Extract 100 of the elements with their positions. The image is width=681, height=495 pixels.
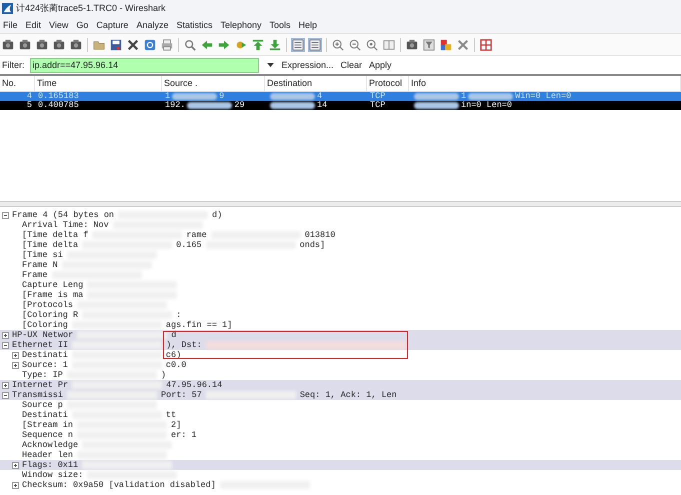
save-icon[interactable]	[110, 38, 122, 50]
expand-icon[interactable]	[2, 332, 9, 338]
expand-icon[interactable]	[2, 382, 9, 388]
table-cell: in=0 Len=0	[461, 101, 512, 110]
zoom-in-icon[interactable]	[332, 38, 344, 50]
tree-row[interactable]: Type: IP )	[0, 370, 681, 380]
filter-input[interactable]: ip.addr==47.95.96.14	[30, 58, 258, 72]
expand-icon[interactable]	[12, 462, 19, 468]
camera-icon[interactable]	[406, 38, 418, 50]
right-arrow-icon[interactable]	[218, 38, 230, 50]
filter-action-link[interactable]: Apply	[369, 60, 392, 70]
tree-field-text: [Time si	[22, 250, 63, 260]
resize-columns-icon[interactable]	[383, 38, 395, 50]
help-icon[interactable]	[480, 38, 492, 50]
column-header[interactable]: Destination	[265, 76, 367, 91]
tree-row[interactable]: Capture Leng	[0, 280, 681, 290]
tree-row[interactable]: [Stream in 2]	[0, 420, 681, 430]
menu-item[interactable]: Help	[298, 20, 318, 30]
table-cell: TCP	[370, 92, 386, 101]
menu-item[interactable]: Telephony	[220, 20, 262, 30]
tree-row[interactable]: Header len	[0, 450, 681, 460]
tree-field-text: Transmissi	[12, 390, 64, 400]
column-header[interactable]: Source .	[162, 76, 265, 91]
expand-icon[interactable]	[12, 482, 19, 488]
tree-row[interactable]: Source: 1 c0.0	[0, 360, 681, 370]
column-header[interactable]: Protocol	[367, 76, 409, 91]
zoom-reset-icon[interactable]	[366, 38, 378, 50]
menu-item[interactable]: Tools	[270, 20, 291, 30]
collapse-icon[interactable]	[2, 212, 9, 218]
tree-row[interactable]: [Time si	[0, 250, 681, 260]
tree-row[interactable]: Ethernet II ), Dst:	[0, 340, 681, 350]
tree-field-text: 47.95.96.14	[166, 380, 222, 390]
tree-row[interactable]: Transmissi Port: 57 Seq: 1, Ack: 1, Len	[0, 390, 681, 400]
tree-row[interactable]: [Coloring ags.fin == 1]	[0, 320, 681, 330]
tree-row[interactable]: Frame N	[0, 260, 681, 270]
camera-icon[interactable]	[36, 38, 48, 50]
tree-row[interactable]: Frame	[0, 270, 681, 280]
collapse-icon[interactable]	[2, 392, 9, 398]
filter-icon[interactable]	[423, 38, 435, 50]
column-header[interactable]: Time	[35, 76, 162, 91]
tree-row[interactable]: Destinati c6)	[0, 350, 681, 360]
tree-field-text: Type: IP	[22, 370, 63, 380]
filter-action-link[interactable]: Clear	[340, 60, 362, 70]
tree-row[interactable]: [Time delta 0.165 onds]	[0, 240, 681, 250]
column-header[interactable]: No.	[0, 76, 35, 91]
collapse-icon[interactable]	[2, 342, 9, 348]
folder-icon[interactable]	[93, 38, 105, 50]
redaction-blur	[270, 102, 315, 109]
dropdown-arrow-icon[interactable]	[266, 62, 274, 68]
menu-item[interactable]: Edit	[26, 20, 42, 30]
filter-label: Filter:	[2, 60, 24, 70]
redaction-blur	[172, 93, 218, 100]
tools-icon[interactable]	[457, 38, 469, 50]
left-arrow-icon[interactable]	[201, 38, 213, 50]
bottom-arrow-icon[interactable]	[269, 38, 281, 50]
reload-icon[interactable]	[144, 38, 156, 50]
menu-item[interactable]: Statistics	[176, 20, 212, 30]
color-squares-icon[interactable]	[440, 38, 452, 50]
tree-field-text: [Stream in	[22, 420, 74, 430]
search-icon[interactable]	[184, 38, 196, 50]
menu-item[interactable]: File	[3, 20, 18, 30]
camera-icon[interactable]	[2, 38, 14, 50]
tree-row[interactable]: Destinati tt	[0, 410, 681, 420]
tree-row[interactable]: Flags: 0x11	[0, 460, 681, 470]
table-cell: 9	[219, 92, 224, 101]
pane-layout-icon[interactable]	[309, 38, 321, 50]
packet-row[interactable]: 5 0.400785 192. 29 14 TCP in=0 Len=0	[0, 101, 681, 110]
expand-icon[interactable]	[12, 352, 19, 358]
camera-icon[interactable]	[70, 38, 82, 50]
filter-action-link[interactable]: Expression...	[282, 60, 334, 70]
printer-icon[interactable]	[161, 38, 173, 50]
tree-row[interactable]: Checksum: 0x9a50 [validation disabled]	[0, 480, 681, 490]
tree-row[interactable]: [Protocols	[0, 300, 681, 310]
tree-row[interactable]: Arrival Time: Nov	[0, 220, 681, 230]
menu-item[interactable]: Capture	[96, 20, 128, 30]
tree-field-text: Destinati	[22, 350, 68, 360]
tree-row[interactable]: Sequence n er: 1	[0, 430, 681, 440]
expand-icon[interactable]	[12, 362, 19, 368]
tree-row[interactable]: Internet Pr 47.95.96.14	[0, 380, 681, 390]
tree-row[interactable]: [Time delta f rame 013810	[0, 230, 681, 240]
tree-row[interactable]: [Frame is ma	[0, 290, 681, 300]
camera-icon[interactable]	[53, 38, 65, 50]
tree-field-text: :	[176, 310, 182, 320]
menu-item[interactable]: View	[49, 20, 68, 30]
pane-layout-icon[interactable]	[292, 38, 304, 50]
tree-field-text: Ethernet II	[12, 340, 68, 350]
menu-item[interactable]: Go	[76, 20, 88, 30]
top-arrow-icon[interactable]	[252, 38, 264, 50]
tree-row[interactable]: [Coloring R :	[0, 310, 681, 320]
close-icon[interactable]	[127, 38, 139, 50]
tree-row[interactable]: Frame 4 (54 bytes on d)	[0, 210, 681, 220]
column-header[interactable]: Info	[409, 76, 681, 91]
tree-row[interactable]: Source p	[0, 400, 681, 410]
table-cell: 5	[26, 101, 32, 110]
camera-icon[interactable]	[19, 38, 31, 50]
table-cell: 29	[234, 101, 245, 110]
tree-row[interactable]: Acknowledge	[0, 440, 681, 450]
zoom-out-icon[interactable]	[349, 38, 361, 50]
tree-row[interactable]: Window size:	[0, 470, 681, 480]
menu-item[interactable]: Analyze	[136, 20, 168, 30]
